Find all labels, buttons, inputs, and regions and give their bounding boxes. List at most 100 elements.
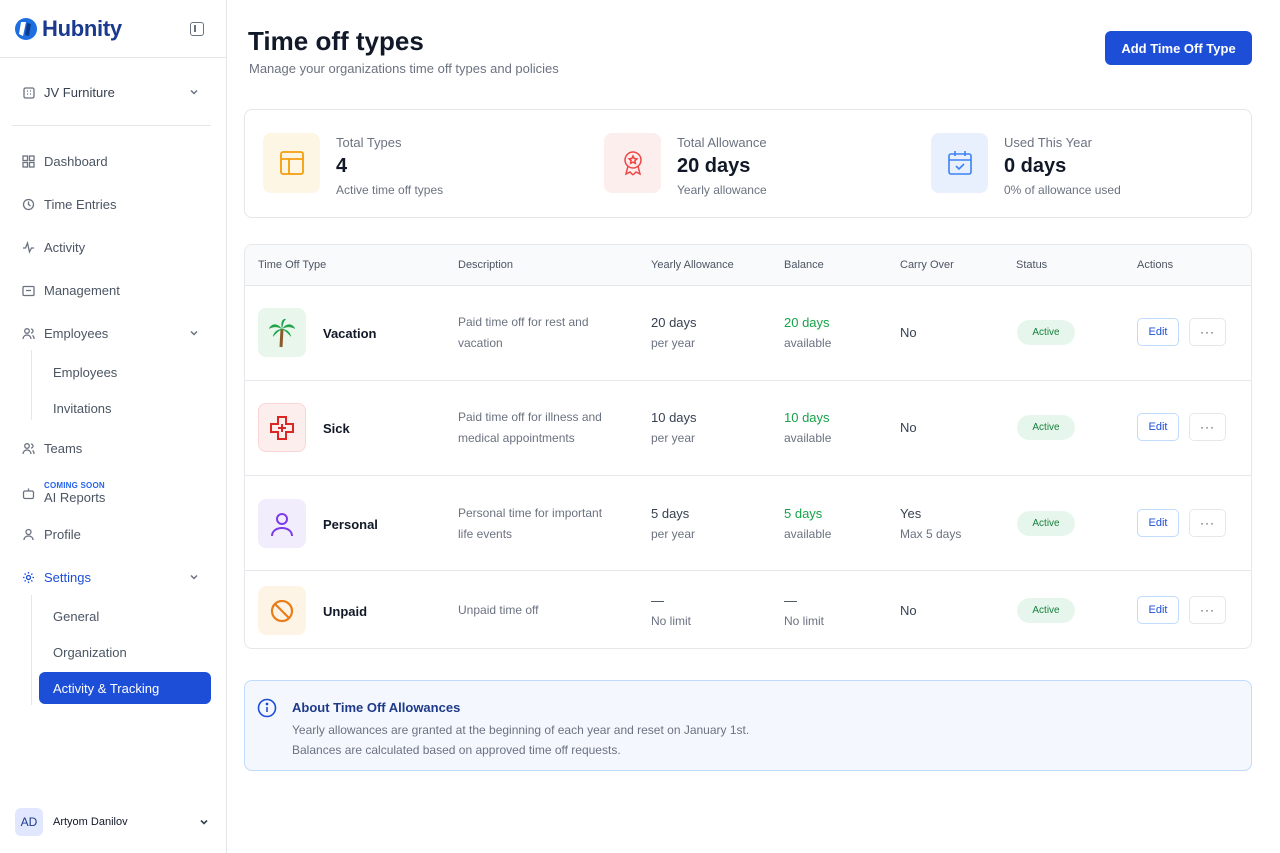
yearly-allowance: — No limit <box>651 593 692 628</box>
more-actions-button[interactable]: ··· <box>1189 318 1226 346</box>
award-icon <box>604 133 661 193</box>
edit-button[interactable]: Edit <box>1137 318 1179 346</box>
chevron-down-icon <box>190 89 198 95</box>
column-header: Actions <box>1137 259 1174 271</box>
layout-icon <box>263 133 320 193</box>
description: Unpaid time off <box>458 603 539 617</box>
folder-icon <box>22 285 35 296</box>
chevron-down-icon <box>190 574 198 580</box>
time-off-type-name: Personal <box>323 517 378 532</box>
sidebar-item-label: Employees <box>44 325 109 341</box>
add-time-off-type-button[interactable]: Add Time Off Type <box>1105 31 1252 65</box>
user-menu[interactable]: AD Artyom Danilov <box>15 808 210 836</box>
more-actions-button[interactable]: ··· <box>1189 509 1226 537</box>
prohibited-icon <box>258 586 306 635</box>
more-actions-button[interactable]: ··· <box>1189 596 1226 624</box>
sidebar: Hubnity JV Furniture Dashboard Time Entr… <box>0 0 227 853</box>
sidebar-item-ai-reports[interactable]: COMING SOON AI Reports <box>22 478 204 508</box>
sidebar-item-employees[interactable]: Employees <box>22 323 204 343</box>
time-off-types-table: Time Off Type Description Yearly Allowan… <box>244 244 1252 649</box>
hubnity-logo-icon <box>15 18 37 40</box>
submenu-line <box>31 595 32 705</box>
sidebar-item-label: Activity <box>44 239 86 255</box>
sidebar-collapse-button[interactable] <box>190 22 204 36</box>
time-off-type-name: Unpaid <box>323 604 368 619</box>
info-box: About Time Off Allowances Yearly allowan… <box>244 680 1252 771</box>
column-header: Time Off Type <box>258 259 327 271</box>
logo[interactable]: Hubnity <box>14 16 122 42</box>
org-name: JV Furniture <box>44 84 115 100</box>
chevron-down-icon <box>200 819 208 825</box>
status-badge: Active <box>1017 598 1075 623</box>
info-icon <box>257 698 277 718</box>
column-header: Carry Over <box>900 259 954 271</box>
stat-desc: 0% of allowance used <box>1004 183 1121 197</box>
users-icon <box>22 327 35 339</box>
edit-button[interactable]: Edit <box>1137 509 1179 537</box>
user-icon <box>23 528 34 540</box>
stat-label: Used This Year <box>1004 135 1092 150</box>
sidebar-subitem-employees[interactable]: Employees <box>53 365 117 380</box>
palm-tree-icon <box>258 308 306 357</box>
balance: 5 days available <box>784 506 832 541</box>
sidebar-item-settings[interactable]: Settings <box>22 567 204 587</box>
carry-over: No <box>900 325 917 340</box>
description: Personal time for important life events <box>458 506 603 541</box>
status-badge: Active <box>1017 320 1075 345</box>
divider <box>12 125 211 126</box>
table-header: Time Off Type Description Yearly Allowan… <box>245 245 1251 286</box>
table-row: Sick Paid time off for illness and medica… <box>245 381 1251 476</box>
page-title: Time off types <box>248 26 424 56</box>
yearly-allowance: 20 days per year <box>651 315 697 350</box>
building-icon <box>23 87 35 99</box>
sidebar-subitem-invitations[interactable]: Invitations <box>53 401 112 416</box>
sidebar-item-label: Teams <box>44 440 83 456</box>
sidebar-item-teams[interactable]: Teams <box>22 438 204 458</box>
sidebar-subitem-organization[interactable]: Organization <box>53 645 127 660</box>
stat-total-allowance: Total Allowance 20 days Yearly allowance <box>604 133 767 197</box>
sidebar-item-label: Time Entries <box>44 196 117 212</box>
stat-desc: Active time off types <box>336 183 444 197</box>
yearly-allowance: 10 days per year <box>651 410 697 445</box>
more-actions-button[interactable]: ··· <box>1189 413 1226 441</box>
sidebar-item-dashboard[interactable]: Dashboard <box>22 151 204 171</box>
column-header: Status <box>1016 259 1048 271</box>
time-off-type-name: Vacation <box>323 326 377 341</box>
main-content: Time off types Manage your organizations… <box>227 0 1280 853</box>
sidebar-item-activity[interactable]: Activity <box>22 237 204 257</box>
status-badge: Active <box>1017 415 1075 440</box>
sidebar-subitem-general[interactable]: General <box>53 609 99 624</box>
balance: 10 days available <box>784 410 832 445</box>
stat-label: Total Allowance <box>677 135 767 150</box>
gear-icon <box>23 571 34 583</box>
status-badge: Active <box>1017 511 1075 536</box>
stat-value: 4 <box>336 155 348 177</box>
user-name: Artyom Danilov <box>53 816 128 828</box>
person-icon <box>258 499 306 548</box>
history-icon <box>22 198 35 210</box>
sidebar-item-management[interactable]: Management <box>22 280 204 300</box>
sidebar-subitem-activity-tracking[interactable]: Activity & Tracking <box>39 672 211 704</box>
edit-button[interactable]: Edit <box>1137 596 1179 624</box>
sidebar-item-label: Management <box>44 282 120 298</box>
sidebar-item-profile[interactable]: Profile <box>22 524 204 544</box>
stat-total-types: Total Types 4 Active time off types <box>263 133 443 197</box>
stat-value: 20 days <box>677 155 751 177</box>
org-switcher[interactable]: JV Furniture <box>22 83 202 101</box>
calendar-check-icon <box>931 133 988 193</box>
table-row: Personal Personal time for important life… <box>245 476 1251 571</box>
stat-used-this-year: Used This Year 0 days 0% of allowance us… <box>931 133 1121 197</box>
yearly-allowance: 5 days per year <box>651 506 696 541</box>
bot-icon <box>22 488 35 499</box>
coming-soon-badge: COMING SOON <box>44 481 105 490</box>
stat-label: Total Types <box>336 135 402 150</box>
chevron-down-icon <box>190 330 198 336</box>
sidebar-item-label: AI Reports <box>44 490 106 505</box>
balance: 20 days available <box>784 315 832 350</box>
sidebar-item-time-entries[interactable]: Time Entries <box>22 194 204 214</box>
page-subtitle: Manage your organizations time off types… <box>249 61 559 76</box>
info-title: About Time Off Allowances <box>292 700 461 715</box>
grid-icon <box>22 154 35 168</box>
column-header: Yearly Allowance <box>651 259 734 271</box>
edit-button[interactable]: Edit <box>1137 413 1179 441</box>
